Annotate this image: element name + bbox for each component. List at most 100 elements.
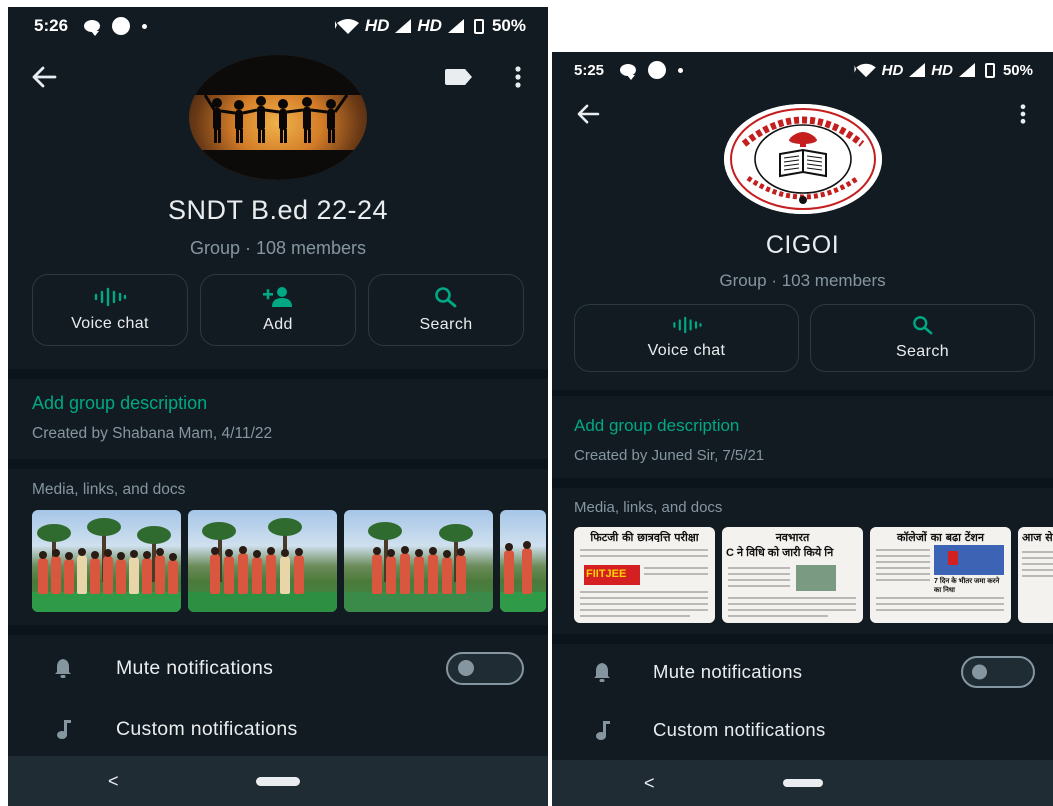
media-section: Media, links, and docs <box>8 469 548 625</box>
voice-wave-icon <box>672 316 702 334</box>
silhouettes-sunset-image <box>189 55 367 180</box>
voice-chat-button[interactable]: Voice chat <box>574 304 799 372</box>
media-section: Media, links, and docs फिटजी की छात्रवृत… <box>552 488 1053 634</box>
status-time: 5:25 <box>574 61 605 79</box>
description-section: Add group description Created by Juned S… <box>552 396 1053 478</box>
wifi-icon <box>334 19 359 34</box>
bell-icon <box>589 659 615 685</box>
action-buttons: Voice chat Add Search <box>32 274 524 346</box>
section-divider <box>8 625 548 635</box>
nav-home-pill[interactable] <box>782 779 823 787</box>
group-info-header: SNDT B.ed 22-24 Group · 108 members Voic… <box>8 45 548 369</box>
media-thumbnail[interactable] <box>188 510 337 612</box>
group-name: CIGOI <box>765 231 840 259</box>
label-tag-icon <box>445 69 472 85</box>
media-links-docs-title[interactable]: Media, links, and docs <box>574 499 722 516</box>
thumbnail-brand-text: FIITJEE <box>586 568 627 580</box>
chat-notification-icon <box>84 20 101 36</box>
section-divider <box>552 634 1053 644</box>
more-vertical-icon <box>515 66 521 88</box>
thumbnail-sub-headline: C ने विधि को जारी किये नि <box>726 547 834 559</box>
phone-screen-right: 5:25 HD HD 50% CIGOI Group · 103 members… <box>552 52 1053 806</box>
status-indicators: HD HD 50% <box>334 16 526 36</box>
group-avatar[interactable] <box>723 104 882 214</box>
section-divider <box>8 369 548 379</box>
custom-notifications-row[interactable]: Custom notifications <box>552 704 1053 756</box>
network-label-hd-2: HD <box>417 16 442 35</box>
mute-notifications-label: Mute notifications <box>116 656 274 679</box>
network-label-hd-1: HD <box>881 61 904 79</box>
media-thumbnail[interactable]: फिटजी की छात्रवृत्ति परीक्षा FIITJEE <box>574 527 715 623</box>
status-bar: 5:25 HD HD 50% <box>552 52 1053 88</box>
media-thumbnail[interactable] <box>344 510 493 612</box>
media-thumbnail[interactable]: नवभारत C ने विधि को जारी किये नि <box>722 527 863 623</box>
section-divider <box>552 478 1053 488</box>
nav-back-button[interactable]: < <box>108 771 119 792</box>
thumbnail-headline: कॉलेजों का बढ़ा टेंशन <box>896 531 984 542</box>
battery-icon <box>984 62 995 78</box>
search-icon <box>912 316 932 335</box>
organization-seal-logo <box>723 104 882 214</box>
group-name: SNDT B.ed 22-24 <box>167 195 389 225</box>
search-label: Search <box>895 343 950 360</box>
custom-notifications-label: Custom notifications <box>653 719 826 740</box>
search-button[interactable]: Search <box>368 274 524 346</box>
voice-chat-label: Voice chat <box>647 342 726 359</box>
thumbnail-headline: फिटजी की छात्रवृत्ति परीक्षा <box>590 531 699 542</box>
notification-dot-icon <box>678 67 684 73</box>
media-thumbnail[interactable] <box>32 510 181 612</box>
description-section: Add group description Created by Shabana… <box>8 379 548 459</box>
more-options-button[interactable] <box>1011 96 1035 132</box>
music-note-icon <box>589 717 615 743</box>
signal-icon-2 <box>958 63 975 77</box>
notification-circle-icon <box>112 17 131 35</box>
signal-icon-1 <box>395 19 412 33</box>
add-group-description-link[interactable]: Add group description <box>32 393 207 414</box>
more-options-button[interactable] <box>506 59 530 95</box>
arrow-left-icon <box>32 66 57 88</box>
media-links-docs-title[interactable]: Media, links, and docs <box>32 481 185 499</box>
nav-back-button[interactable]: < <box>644 773 655 794</box>
more-vertical-icon <box>1020 104 1026 124</box>
custom-notifications-row[interactable]: Custom notifications <box>8 701 548 757</box>
add-group-description-link[interactable]: Add group description <box>574 416 739 436</box>
group-avatar[interactable] <box>189 55 367 180</box>
add-member-button[interactable]: Add <box>200 274 356 346</box>
created-by-text: Created by Juned Sir, 7/5/21 <box>574 447 765 464</box>
thumbnail-headline: नवभारत <box>775 531 810 542</box>
back-button[interactable] <box>570 96 606 132</box>
group-member-count: Group · 103 members <box>719 271 886 290</box>
mute-notifications-label: Mute notifications <box>653 661 803 682</box>
media-thumbnail[interactable]: आज से <box>1018 527 1053 623</box>
media-thumbnails: फिटजी की छात्रवृत्ति परीक्षा FIITJEE नवभ… <box>574 527 1053 623</box>
battery-icon <box>473 18 484 34</box>
bell-icon <box>50 655 76 681</box>
status-bar: 5:26 HD HD 50% <box>8 7 548 45</box>
back-button[interactable] <box>26 59 62 95</box>
status-indicators: HD HD 50% <box>854 62 1033 79</box>
status-time: 5:26 <box>34 16 69 35</box>
media-thumbnail[interactable] <box>500 510 546 612</box>
media-thumbnail[interactable]: कॉलेजों का बढ़ा टेंशन 7 दिन के भीतर जमा … <box>870 527 1011 623</box>
voice-chat-button[interactable]: Voice chat <box>32 274 188 346</box>
section-divider <box>8 459 548 469</box>
mute-notifications-row[interactable]: Mute notifications <box>552 644 1053 700</box>
mute-notifications-toggle[interactable] <box>961 656 1035 688</box>
group-info-header: CIGOI Group · 103 members Voice chat Sea… <box>552 88 1053 390</box>
search-label: Search <box>419 316 473 333</box>
signal-icon-1 <box>909 63 926 77</box>
add-person-icon <box>263 287 292 307</box>
media-thumbnails <box>32 510 546 612</box>
search-icon <box>435 287 457 308</box>
signal-icon-2 <box>447 19 464 33</box>
nav-home-pill[interactable] <box>256 776 300 786</box>
search-button[interactable]: Search <box>810 304 1035 372</box>
notification-circle-icon <box>648 61 667 79</box>
custom-notifications-label: Custom notifications <box>116 717 298 740</box>
battery-percent: 50% <box>1002 61 1033 79</box>
label-button[interactable] <box>438 59 478 95</box>
mute-notifications-toggle[interactable] <box>446 651 524 685</box>
music-note-icon <box>50 716 76 742</box>
mute-notifications-row[interactable]: Mute notifications <box>8 635 548 701</box>
toggle-knob <box>458 660 474 676</box>
